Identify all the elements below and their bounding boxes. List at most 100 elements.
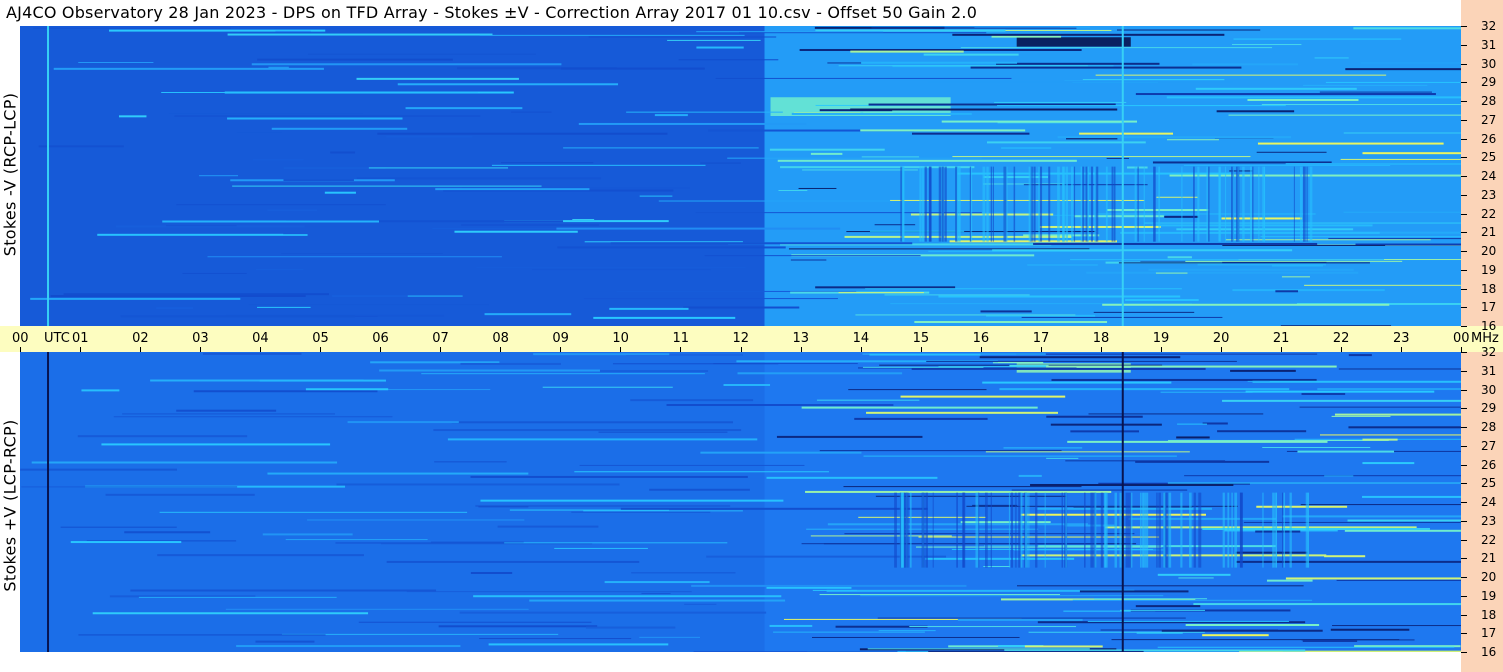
frequency-tick-label: 23 [1481, 187, 1497, 202]
heatmap-streak [1319, 434, 1461, 436]
heatmap-streak [1340, 158, 1461, 160]
heatmap-striation [1168, 492, 1172, 568]
frequency-tick-label: 25 [1481, 150, 1497, 165]
heatmap-streak [1256, 151, 1327, 153]
frequency-tick-mark [1461, 326, 1467, 327]
heatmap-streak [1344, 529, 1461, 532]
heatmap-striation [894, 492, 897, 568]
heatmap-streak [255, 269, 304, 271]
heatmap-streak [356, 77, 519, 80]
heatmap-streak [960, 47, 1273, 49]
heatmap-region [20, 352, 765, 652]
heatmap-striation [924, 166, 927, 242]
heatmap-striation [1218, 166, 1221, 242]
heatmap-streak [92, 612, 369, 615]
heatmap-streak [1166, 139, 1219, 141]
heatmap-streak [77, 435, 248, 438]
frequency-tick-label: 32 [1481, 19, 1497, 33]
heatmap-streak [598, 431, 728, 433]
frequency-tick-label: 19 [1481, 262, 1497, 277]
heatmap-streak [1079, 132, 1174, 135]
heatmap-streak [554, 547, 648, 549]
heatmap-streak [1070, 259, 1385, 261]
heatmap-streak [1003, 447, 1083, 449]
heatmap-streak [176, 204, 386, 206]
frequency-tick-label: 27 [1481, 112, 1497, 127]
heatmap-streak [273, 27, 489, 29]
frequency-tick-mark [1461, 614, 1467, 616]
frequency-tick-mark [1461, 44, 1467, 46]
heatmap-streak [1360, 61, 1461, 64]
frequency-tick-label: 16 [1481, 645, 1497, 659]
heatmap-streak [866, 411, 1059, 414]
heatmap-striation [955, 166, 958, 242]
heatmap-streak [1125, 299, 1199, 302]
heatmap-streak [911, 367, 1206, 370]
heatmap-streak [324, 191, 356, 194]
heatmap-streak [583, 298, 838, 300]
heatmap-streak [1252, 380, 1461, 383]
heatmap-streak [588, 36, 777, 38]
heatmap-streak [666, 404, 894, 407]
heatmap-striation [1232, 166, 1234, 242]
heatmap-streak [255, 640, 315, 643]
heatmap-streak [248, 304, 489, 306]
heatmap-streak [696, 31, 884, 33]
heatmap-streak [1331, 415, 1391, 417]
heatmap-streak [421, 373, 705, 375]
heatmap-streak [773, 631, 925, 633]
heatmap-streak [1301, 393, 1346, 396]
heatmap-streak [533, 353, 670, 356]
heatmap-streak [970, 66, 1242, 69]
heatmap-striation [919, 166, 922, 242]
frequency-tick-mark [1461, 520, 1467, 522]
heatmap-striation [1189, 492, 1192, 568]
heatmap-striation [928, 166, 932, 242]
heatmap-streak [737, 372, 903, 375]
heatmap-striation [1249, 166, 1253, 242]
heatmap-streak [838, 65, 1088, 67]
heatmap-streak [1176, 436, 1210, 439]
heatmap-streak [658, 200, 891, 202]
heatmap-striation [1015, 492, 1017, 568]
heatmap-streak [1300, 504, 1461, 506]
heatmap-striation [1146, 492, 1149, 568]
heatmap-streak [1079, 590, 1189, 593]
heatmap-streak [1051, 378, 1317, 381]
heatmap-streak [271, 127, 408, 130]
heatmap-streak [307, 53, 536, 55]
heatmap-striation [938, 166, 942, 242]
heatmap-streak [1317, 388, 1461, 391]
heatmap-streak [805, 490, 1112, 493]
heatmap-streak [1166, 96, 1461, 99]
heatmap-streak [952, 33, 1225, 36]
heatmap-streak [267, 209, 318, 212]
heatmap-striation [1227, 492, 1230, 568]
frequency-tick-label: 27 [1481, 438, 1497, 453]
heatmap-streak [1262, 446, 1371, 448]
heatmap-striation [1164, 492, 1168, 568]
heatmap-streak [1324, 555, 1366, 558]
heatmap-striation [990, 166, 992, 242]
heatmap-streak [1202, 634, 1269, 637]
heatmap-streak [33, 27, 231, 29]
heatmap-streak [130, 589, 437, 592]
heatmap-streak [639, 195, 673, 197]
heatmap-streak [941, 120, 1138, 123]
heatmap-streak [1144, 222, 1461, 224]
heatmap-streak [1362, 462, 1415, 465]
heatmap-streak [397, 83, 619, 86]
heatmap-streak [860, 129, 1026, 132]
heatmap-striation [1062, 166, 1065, 242]
heatmap-streak [996, 62, 1160, 65]
time-tick-mark [620, 347, 622, 352]
heatmap-streak [1088, 413, 1264, 415]
heatmap-streak [1030, 483, 1234, 486]
heatmap-streak [871, 27, 975, 29]
heatmap-region [1016, 37, 1131, 47]
heatmap-streak [862, 353, 1046, 355]
frequency-tick-label: 30 [1481, 56, 1497, 71]
frequency-tick-mark [1461, 26, 1467, 27]
frequency-tick-label: 22 [1481, 206, 1497, 221]
frequency-tick-label: 25 [1481, 476, 1497, 491]
